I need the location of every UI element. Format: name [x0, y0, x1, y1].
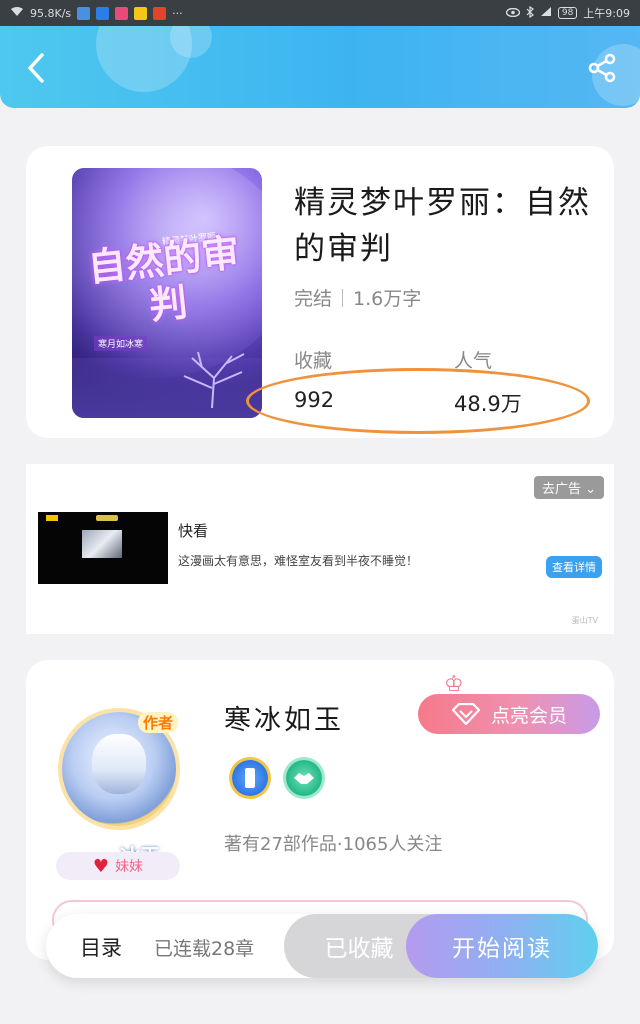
remove-ad-label: 去广告	[541, 482, 581, 497]
highlight-annotation	[246, 368, 590, 434]
author-medal-blue[interactable]	[232, 760, 268, 796]
diamond-icon	[451, 703, 481, 725]
handshake-badge-icon	[294, 773, 314, 784]
app-icon-3	[115, 6, 129, 20]
remove-ad-button[interactable]: 去广告 ⌄	[533, 476, 604, 499]
ad-watermark: 蛋山TV	[571, 616, 598, 625]
book-cover[interactable]: 精灵梦叶罗丽 自然的审判 寒月如冰寒	[72, 168, 262, 418]
book-info-card: 精灵梦叶罗丽 自然的审判 寒月如冰寒 精灵梦叶罗丽：自然的审判 完结 1.6万字…	[26, 146, 614, 438]
collected-label: 已收藏	[324, 936, 394, 962]
heart-icon: ♥	[92, 855, 110, 877]
chevron-left-icon	[28, 53, 44, 83]
book-status: 完结	[294, 288, 333, 310]
chevron-down-icon: ⌄	[585, 482, 596, 497]
bluetooth-icon	[526, 5, 534, 21]
eye-icon	[505, 7, 521, 20]
start-reading-button[interactable]: 开始阅读	[406, 914, 598, 978]
net-speed: 95.8K/s	[30, 6, 72, 20]
book-meta: 完结 1.6万字	[294, 284, 421, 311]
author-tag: ♥ 妹妹	[56, 852, 180, 880]
back-button[interactable]	[18, 48, 54, 88]
vip-button[interactable]: 点亮会员	[418, 694, 600, 734]
vip-label: 点亮会员	[490, 704, 567, 727]
meta-divider	[342, 288, 344, 307]
ad-brand-icon	[96, 515, 118, 521]
cover-title: 自然的审判	[85, 229, 242, 328]
book-title: 精灵梦叶罗丽：自然的审判	[294, 185, 591, 267]
more-notifications: ···	[172, 6, 183, 20]
header-bar	[0, 26, 640, 108]
author-stats: 著有27部作品·1065人关注	[224, 834, 443, 855]
status-bar-left: 95.8K/s ···	[10, 6, 183, 20]
ad-thumbnail[interactable]	[38, 512, 168, 584]
author-tag-label: 妹妹	[115, 859, 144, 875]
cover-author: 寒月如冰寒	[94, 336, 148, 351]
favorites-label: 收藏	[294, 350, 333, 372]
word-count: 1.6万字	[353, 288, 422, 310]
author-medal-green[interactable]	[286, 760, 322, 796]
ad-title: 快看	[178, 522, 209, 540]
start-reading-label: 开始阅读	[452, 936, 552, 962]
ad-banner[interactable]: 去广告 ⌄ 快看 这漫画太有意思，难怪室友看到半夜不睡觉！ 查看详情 蛋山TV	[26, 464, 614, 634]
app-icon-2	[96, 6, 110, 20]
ad-logo-icon	[46, 515, 58, 521]
table-of-contents-button[interactable]: 目录	[80, 932, 122, 962]
status-bar-right: 98 上午9:09	[505, 5, 630, 21]
ad-detail-button[interactable]: 查看详情	[546, 556, 602, 578]
app-icon-5	[153, 6, 167, 20]
author-name[interactable]: 寒冰如玉	[224, 698, 344, 737]
avatar-portrait	[92, 734, 146, 794]
wifi-icon	[10, 6, 24, 20]
ad-description: 这漫画太有意思，难怪室友看到半夜不睡觉！	[178, 554, 419, 568]
app-icon-1	[77, 6, 91, 20]
signal-icon	[540, 6, 552, 20]
phone-badge-icon	[245, 768, 255, 788]
clock: 上午9:09	[583, 7, 630, 20]
chapter-count: 已连载28章	[154, 938, 255, 960]
share-button[interactable]	[582, 48, 622, 88]
share-icon	[588, 53, 616, 83]
status-bar: 95.8K/s ··· 98 上午9:09	[0, 0, 640, 26]
author-badge: 作者	[138, 712, 179, 733]
app-icon-4	[134, 6, 148, 20]
battery-icon: 98	[557, 7, 578, 19]
ad-image	[82, 530, 122, 558]
bottom-action-bar: 目录 已连载28章 已收藏 开始阅读	[46, 914, 598, 978]
tree-icon	[183, 351, 245, 408]
